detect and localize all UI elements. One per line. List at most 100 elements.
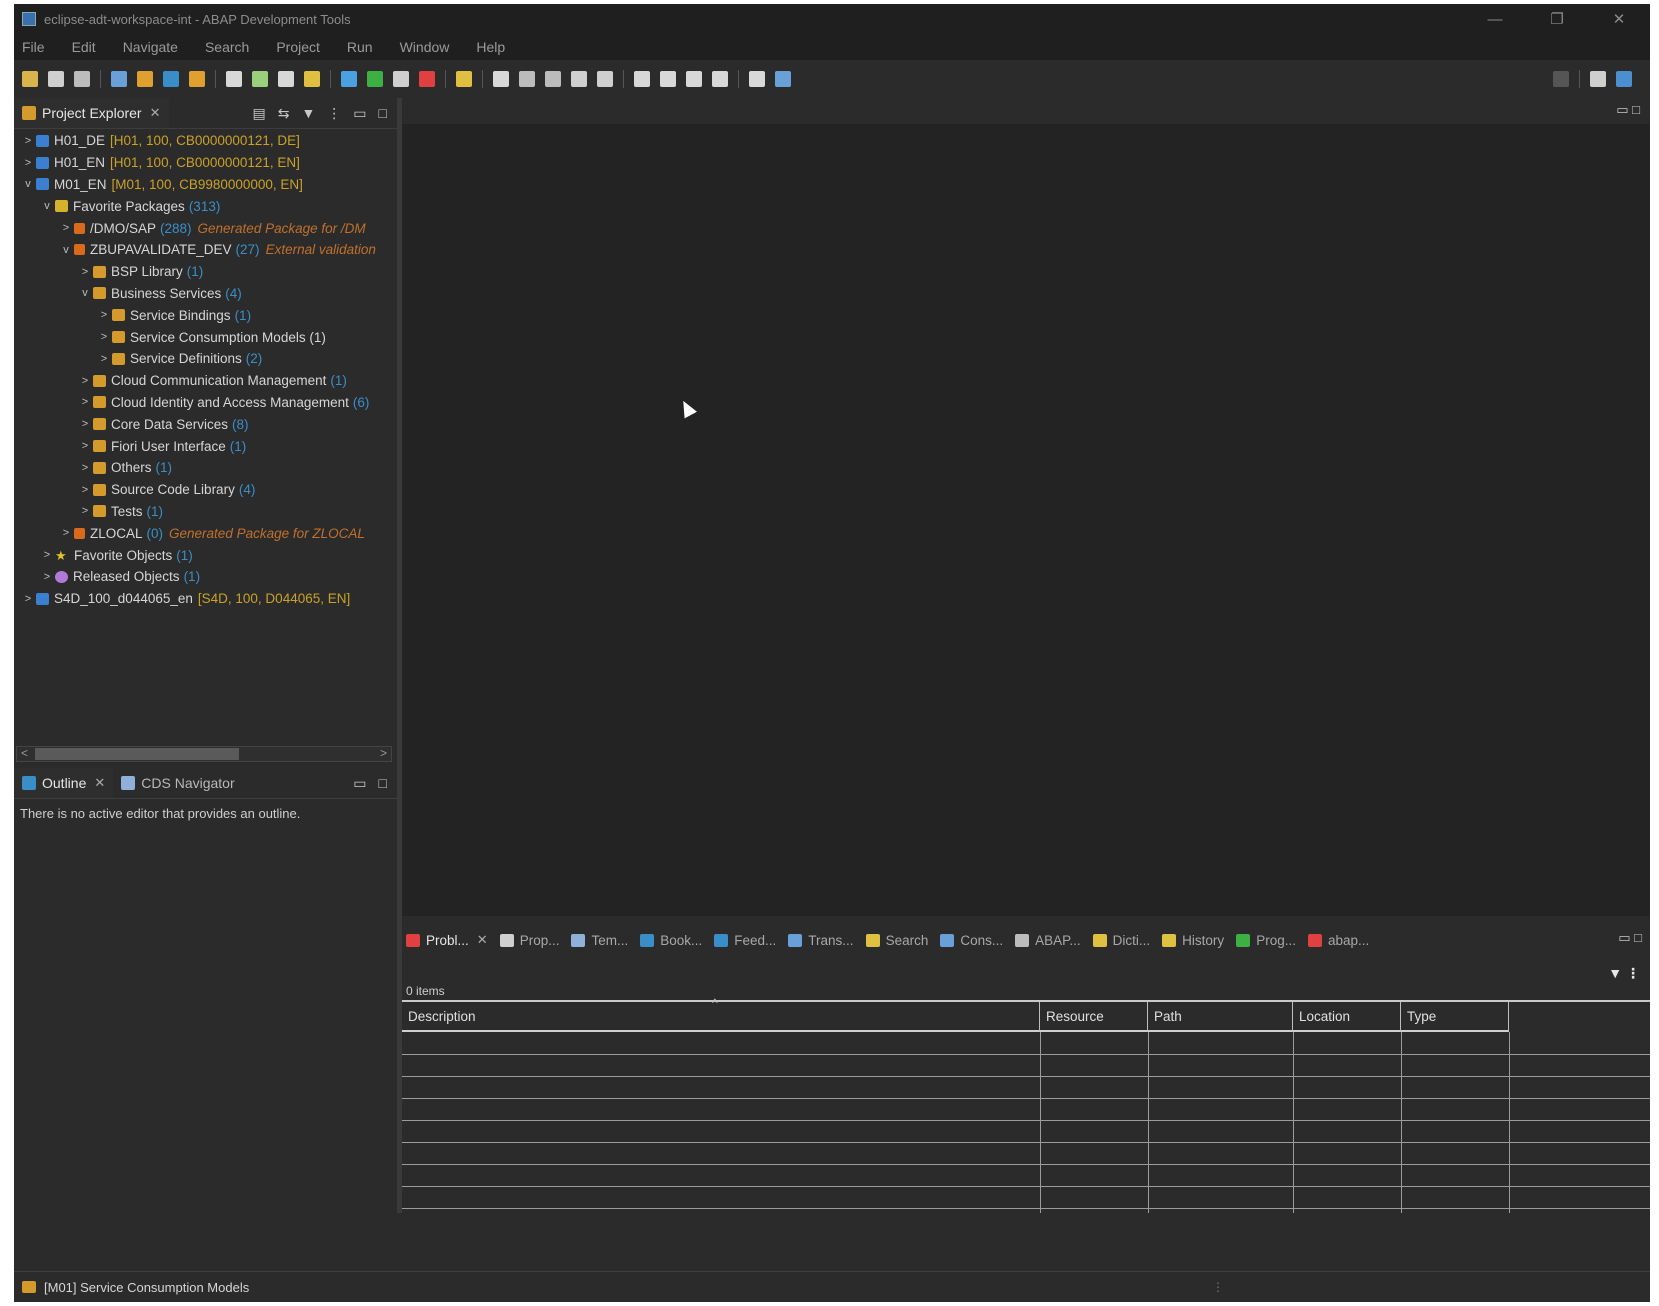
tree-item[interactable]: v ZBUPAVALIDATE_DEV (27) External validatio… — [14, 239, 397, 261]
pencil-icon[interactable] — [456, 71, 472, 87]
menu-file[interactable]: File — [22, 39, 45, 55]
close-button[interactable]: ✕ — [1588, 4, 1650, 34]
tree-item[interactable]: > Fiori User Interface (1) — [14, 435, 397, 457]
arrow-right-icon[interactable] — [712, 71, 728, 87]
back-icon[interactable] — [634, 71, 650, 87]
save-icon[interactable] — [48, 71, 64, 87]
chevron-right-icon[interactable]: > — [96, 331, 112, 343]
show-whitespace-icon[interactable] — [545, 71, 561, 87]
scroll-left-icon[interactable]: < — [21, 746, 28, 760]
connect-icon[interactable] — [163, 71, 179, 87]
tab-abap-language-help[interactable]: abap... — [1307, 933, 1369, 948]
chevron-right-icon[interactable]: > — [77, 440, 93, 452]
activate-icon[interactable] — [189, 71, 205, 87]
editor-area[interactable] — [402, 124, 1650, 916]
chevron-right-icon[interactable]: > — [77, 418, 93, 430]
tab-feed-reader[interactable]: Feed... — [714, 933, 776, 948]
menu-navigate[interactable]: Navigate — [123, 39, 178, 55]
new-icon[interactable] — [22, 71, 38, 87]
search-icon[interactable] — [1553, 71, 1569, 87]
menu-search[interactable]: Search — [205, 39, 249, 55]
arrow-left-icon[interactable] — [686, 71, 702, 87]
tab-search[interactable]: Search — [865, 933, 928, 948]
column-type[interactable]: Type — [1401, 1002, 1509, 1032]
tree-item[interactable]: v Business Services (4) — [14, 283, 397, 305]
tab-outline[interactable]: Outline ✕ — [14, 768, 114, 798]
tab-cds-navigator[interactable]: CDS Navigator — [113, 768, 242, 798]
chevron-right-icon[interactable]: > — [77, 505, 93, 517]
tree-item[interactable]: > Released Objects (1) — [14, 566, 397, 588]
tree-item[interactable]: v Favorite Packages (313) — [14, 195, 397, 217]
chevron-right-icon[interactable]: > — [20, 157, 36, 169]
close-icon[interactable]: ✕ — [94, 775, 105, 791]
chevron-right-icon[interactable]: > — [77, 375, 93, 387]
menu-window[interactable]: Window — [400, 39, 450, 55]
sync-icon[interactable] — [252, 71, 268, 87]
tree-item[interactable]: > BSP Library (1) — [14, 261, 397, 283]
chevron-right-icon[interactable]: > — [96, 353, 112, 365]
menu-project[interactable]: Project — [276, 39, 320, 55]
tree-item[interactable]: > Core Data Services (8) — [14, 413, 397, 435]
chevron-right-icon[interactable]: > — [58, 527, 74, 539]
view-maximize-icon[interactable]: ▭ □ — [1618, 930, 1642, 946]
tree-item[interactable]: > Cloud Communication Management (1) — [14, 370, 397, 392]
tree-item[interactable]: > S4D_100_d044065_en [S4D, 100, D044065, E… — [14, 588, 397, 610]
chevron-down-icon[interactable]: v — [58, 244, 74, 256]
tree-item[interactable]: > Tests (1) — [14, 501, 397, 523]
filter-icon[interactable]: ▼ — [301, 105, 315, 121]
restore-button[interactable]: ❐ — [1526, 4, 1588, 34]
horizontal-scrollbar[interactable]: < > — [16, 746, 392, 762]
tab-history[interactable]: History — [1162, 933, 1224, 948]
tree-item[interactable]: > H01_EN [H01, 100, CB0000000121, EN] — [14, 152, 397, 174]
close-icon[interactable]: ✕ — [477, 932, 488, 948]
scroll-right-icon[interactable]: > — [380, 746, 387, 760]
tab-templates[interactable]: Tem... — [571, 933, 628, 948]
tree-item[interactable]: > ZLOCAL (0) Generated Package for ZLOCAL — [14, 522, 397, 544]
tab-bookmarks[interactable]: Book... — [640, 933, 702, 948]
tab-problems[interactable]: Probl... ✕ — [406, 932, 488, 948]
perspective-icon[interactable] — [1590, 71, 1606, 87]
tree-item[interactable]: > Cloud Identity and Access Management (6) — [14, 392, 397, 414]
open-perspective-icon[interactable] — [749, 71, 765, 87]
tree-item[interactable]: > ★ Favorite Objects (1) — [14, 544, 397, 566]
tab-dictionary[interactable]: Dicti... — [1092, 933, 1150, 948]
tree-item[interactable]: > H01_DE [H01, 100, CB0000000121, DE] — [14, 130, 397, 152]
column-path[interactable]: Path — [1148, 1002, 1293, 1032]
minimize-icon[interactable]: ▭ — [353, 775, 366, 792]
terminal-icon[interactable] — [775, 71, 791, 87]
toggle-block-icon[interactable] — [519, 71, 535, 87]
print-icon[interactable] — [278, 71, 294, 87]
column-location[interactable]: Location — [1293, 1002, 1401, 1032]
menu-edit[interactable]: Edit — [72, 39, 96, 55]
tab-project-explorer[interactable]: Project Explorer ✕ — [14, 98, 169, 128]
tree-item[interactable]: > Service Consumption Models (1) — [14, 326, 397, 348]
tab-console[interactable]: Cons... — [940, 933, 1003, 948]
maximize-icon[interactable]: □ — [379, 775, 387, 791]
minimize-icon[interactable]: ▭ — [353, 105, 366, 122]
search-object-icon[interactable] — [304, 71, 320, 87]
tab-progress[interactable]: Prog... — [1236, 933, 1296, 948]
chevron-right-icon[interactable]: > — [20, 593, 36, 605]
chevron-down-icon[interactable]: v — [20, 178, 36, 190]
chevron-right-icon[interactable]: > — [39, 571, 55, 583]
forward-edit-icon[interactable] — [660, 71, 676, 87]
link-with-editor-icon[interactable]: ⇆ — [278, 105, 290, 122]
open-object-icon[interactable] — [111, 71, 127, 87]
activate-all-icon[interactable] — [226, 71, 242, 87]
external-tools-icon[interactable] — [419, 71, 435, 87]
tree-item[interactable]: > Source Code Library (4) — [14, 479, 397, 501]
debug-icon[interactable] — [341, 71, 357, 87]
tree-item[interactable]: > Others (1) — [14, 457, 397, 479]
column-description[interactable]: Description — [402, 1002, 1040, 1032]
abap-project-icon[interactable] — [137, 71, 153, 87]
tree-item[interactable]: > Service Bindings (1) — [14, 304, 397, 326]
chevron-right-icon[interactable]: > — [20, 135, 36, 147]
open-type-icon[interactable] — [493, 71, 509, 87]
tab-abap-unit[interactable]: ABAP... — [1015, 933, 1081, 948]
chevron-right-icon[interactable]: > — [77, 266, 93, 278]
chevron-down-icon[interactable]: v — [39, 200, 55, 212]
status-grip-icon[interactable]: ⋮ — [1212, 1280, 1224, 1294]
annotation-icon[interactable] — [571, 71, 587, 87]
minimize-button[interactable]: — — [1464, 4, 1526, 34]
chevron-right-icon[interactable]: > — [77, 484, 93, 496]
